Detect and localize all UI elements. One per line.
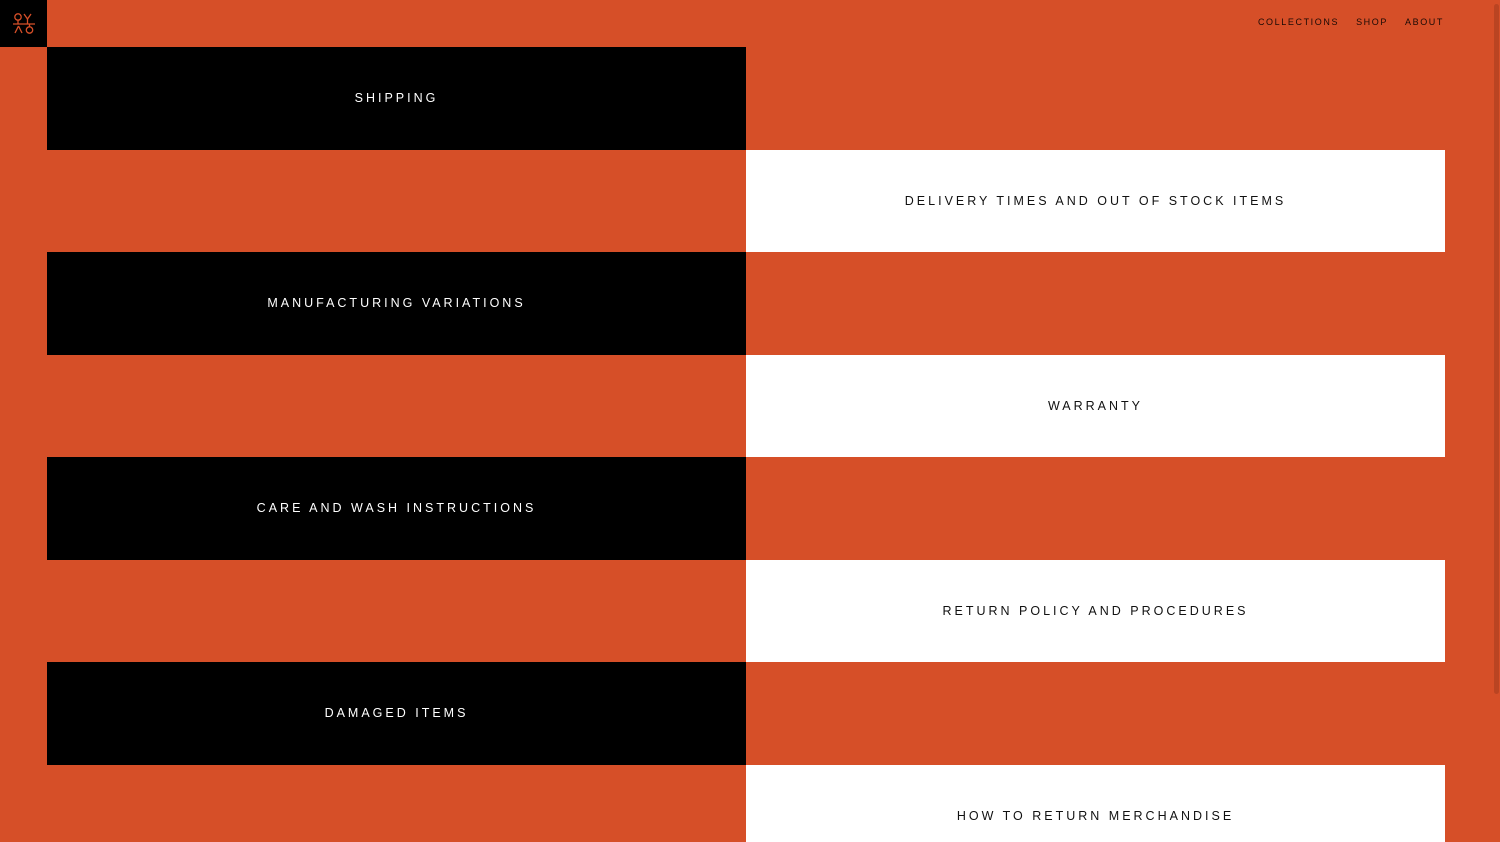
spacer-block (746, 457, 1445, 560)
topic-label: DAMAGED ITEMS (324, 706, 469, 721)
topic-warranty[interactable]: WARRANTY (746, 354, 1445, 457)
topic-label: MANUFACTURING VARIATIONS (267, 296, 526, 311)
spacer-block (746, 47, 1445, 150)
spacer-block (47, 355, 746, 458)
spacer-block (746, 252, 1445, 355)
topic-delivery-times[interactable]: DELIVERY TIMES AND OUT OF STOCK ITEMS (746, 149, 1445, 252)
topic-label: WARRANTY (1047, 398, 1144, 413)
topic-label: RETURN POLICY AND PROCEDURES (942, 603, 1249, 618)
page: COLLECTIONS SHOP ABOUT SHIPPING DELIVERY… (0, 0, 1500, 842)
topic-label: CARE AND WASH INSTRUCTIONS (256, 501, 537, 516)
topic-row: CARE AND WASH INSTRUCTIONS (47, 457, 1445, 560)
spacer-block (47, 765, 746, 842)
topic-care-and-wash[interactable]: CARE AND WASH INSTRUCTIONS (47, 457, 746, 560)
topic-manufacturing-variations[interactable]: MANUFACTURING VARIATIONS (47, 252, 746, 355)
topic-row: SHIPPING (47, 47, 1445, 150)
logo[interactable] (0, 0, 47, 47)
faq-topic-grid: SHIPPING DELIVERY TIMES AND OUT OF STOCK… (47, 47, 1445, 842)
main-nav: COLLECTIONS SHOP ABOUT (1258, 17, 1444, 27)
topic-row: RETURN POLICY AND PROCEDURES (47, 559, 1445, 663)
topic-label: SHIPPING (354, 91, 439, 106)
topic-row: WARRANTY (47, 354, 1445, 458)
topic-row: MANUFACTURING VARIATIONS (47, 252, 1445, 355)
topic-label: DELIVERY TIMES AND OUT OF STOCK ITEMS (904, 193, 1287, 208)
spacer-block (47, 150, 746, 253)
topic-row: DELIVERY TIMES AND OUT OF STOCK ITEMS (47, 149, 1445, 253)
topic-how-to-return[interactable]: HOW TO RETURN MERCHANDISE (746, 764, 1445, 842)
scrollbar-thumb[interactable] (1494, 4, 1499, 694)
spacer-block (746, 662, 1445, 765)
topic-damaged-items[interactable]: DAMAGED ITEMS (47, 662, 746, 765)
topic-return-policy[interactable]: RETURN POLICY AND PROCEDURES (746, 559, 1445, 662)
spacer-block (47, 560, 746, 663)
brand-monogram-icon (12, 12, 35, 34)
page-scrollbar[interactable] (1492, 0, 1500, 842)
topic-shipping[interactable]: SHIPPING (47, 47, 746, 150)
nav-about-link[interactable]: ABOUT (1405, 17, 1444, 27)
topic-label: HOW TO RETURN MERCHANDISE (956, 808, 1235, 823)
nav-collections-link[interactable]: COLLECTIONS (1258, 17, 1339, 27)
nav-shop-link[interactable]: SHOP (1356, 17, 1388, 27)
topic-row: HOW TO RETURN MERCHANDISE (47, 764, 1445, 842)
topic-row: DAMAGED ITEMS (47, 662, 1445, 765)
